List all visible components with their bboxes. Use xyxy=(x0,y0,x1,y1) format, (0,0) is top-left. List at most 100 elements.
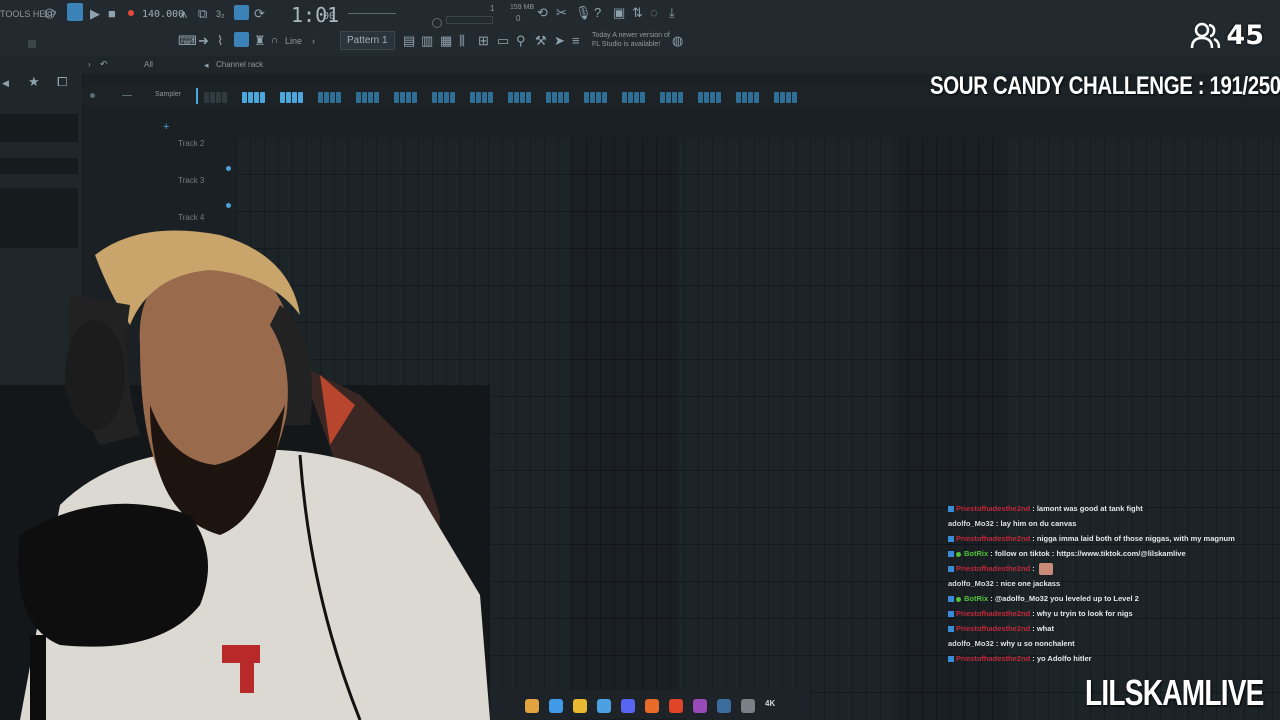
obs-icon[interactable] xyxy=(693,698,707,713)
step-button[interactable] xyxy=(552,92,557,103)
stop-icon[interactable]: ■ xyxy=(108,7,116,21)
step-button[interactable] xyxy=(248,92,253,103)
chat-username[interactable]: BotRix xyxy=(964,594,988,603)
play-icon[interactable]: ▶ xyxy=(90,7,100,21)
fl-studio-icon[interactable] xyxy=(645,698,659,713)
channel-name-button[interactable]: Sampler xyxy=(155,91,181,98)
step-button[interactable] xyxy=(362,92,367,103)
pattern-selector[interactable]: Pattern 1 xyxy=(340,31,395,50)
browser-item[interactable] xyxy=(0,114,78,142)
track-label[interactable]: Track 3 xyxy=(178,176,204,185)
draw-mode-icon[interactable] xyxy=(234,32,249,47)
wait-icon[interactable]: ⧉ xyxy=(198,7,207,21)
step-button[interactable] xyxy=(786,92,791,103)
step-button[interactable] xyxy=(286,92,291,103)
send-icon[interactable]: ➤ xyxy=(554,34,565,48)
step-button[interactable] xyxy=(450,92,455,103)
save-icon[interactable]: ▣ xyxy=(613,6,625,20)
step-button[interactable] xyxy=(584,92,589,103)
step-button[interactable] xyxy=(280,92,285,103)
step-button[interactable] xyxy=(412,92,417,103)
game-icon[interactable] xyxy=(525,698,539,713)
folder-icon[interactable] xyxy=(573,698,587,713)
countdown-icon[interactable]: 3₂ xyxy=(216,7,225,21)
chat-username[interactable]: Priestofhadesthe2nd xyxy=(956,624,1030,633)
step-button[interactable] xyxy=(292,92,297,103)
step-button[interactable] xyxy=(204,92,209,103)
master-volume-slider[interactable] xyxy=(348,13,396,14)
step-edit-icon[interactable] xyxy=(234,5,249,20)
update-notice[interactable]: Today A newer version of FL Studio is av… xyxy=(592,31,670,49)
channel-rack-icon[interactable]: ▦ xyxy=(440,34,452,48)
chat-username[interactable]: Priestofhadesthe2nd xyxy=(956,504,1030,513)
step-button[interactable] xyxy=(672,92,677,103)
step-button[interactable] xyxy=(216,92,221,103)
step-button[interactable] xyxy=(754,92,759,103)
record-mode-icon[interactable]: ◎ xyxy=(44,6,55,20)
link-icon[interactable]: ⌇ xyxy=(217,34,223,48)
step-button[interactable] xyxy=(356,92,361,103)
step-button[interactable] xyxy=(394,92,399,103)
cut-icon[interactable]: ✂ xyxy=(556,6,567,20)
chat-username[interactable]: adolfo_Mo32 xyxy=(948,579,994,588)
step-button[interactable] xyxy=(602,92,607,103)
copilot-icon[interactable] xyxy=(549,698,563,713)
step-button[interactable] xyxy=(622,92,627,103)
step-button[interactable] xyxy=(564,92,569,103)
step-button[interactable] xyxy=(748,92,753,103)
rack-arrow-icon[interactable]: › xyxy=(88,58,91,72)
step-button[interactable] xyxy=(666,92,671,103)
chat-username[interactable]: Priestofhadesthe2nd xyxy=(956,564,1030,573)
step-button[interactable] xyxy=(774,92,779,103)
step-button[interactable] xyxy=(400,92,405,103)
help-icon[interactable]: ? xyxy=(594,6,601,20)
step-button[interactable] xyxy=(558,92,563,103)
step-button[interactable] xyxy=(526,92,531,103)
step-button[interactable] xyxy=(368,92,373,103)
track-mute-icon[interactable] xyxy=(226,166,231,171)
track-label[interactable]: Track 2 xyxy=(178,139,204,148)
undo-history-icon[interactable]: ⟲ xyxy=(537,6,548,20)
step-button[interactable] xyxy=(546,92,551,103)
step-button[interactable] xyxy=(590,92,595,103)
step-button[interactable] xyxy=(634,92,639,103)
step-button[interactable] xyxy=(330,92,335,103)
step-button[interactable] xyxy=(780,92,785,103)
step-button[interactable] xyxy=(476,92,481,103)
step-button[interactable] xyxy=(520,92,525,103)
tools-icon[interactable]: ⚒ xyxy=(535,34,547,48)
download-icon[interactable]: ⤓ xyxy=(669,6,675,20)
list-icon[interactable]: ≡ xyxy=(572,34,580,48)
store-icon[interactable] xyxy=(597,698,611,713)
step-button[interactable] xyxy=(260,92,265,103)
step-button[interactable] xyxy=(792,92,797,103)
channel-mute-led[interactable] xyxy=(90,93,95,98)
step-button[interactable] xyxy=(698,92,703,103)
step-button[interactable] xyxy=(704,92,709,103)
pin-icon[interactable]: ⚲ xyxy=(516,34,526,48)
step-button[interactable] xyxy=(444,92,449,103)
arrow-right-icon[interactable]: ➜ xyxy=(198,34,209,48)
favorites-star-icon[interactable]: ★ xyxy=(28,75,40,89)
add-channel-icon[interactable]: + xyxy=(163,121,169,133)
step-button[interactable] xyxy=(640,92,645,103)
playlist-icon[interactable]: ▤ xyxy=(403,34,415,48)
tempo-display[interactable]: 140.000 xyxy=(142,9,184,20)
step-button[interactable] xyxy=(660,92,665,103)
step-button[interactable] xyxy=(628,92,633,103)
step-button[interactable] xyxy=(222,92,227,103)
browser-folder-icon[interactable]: ⧠ xyxy=(57,75,67,89)
track-mute-icon[interactable] xyxy=(226,203,231,208)
globe-icon[interactable]: ◍ xyxy=(672,34,683,48)
keyboard-icon[interactable]: ⌨ xyxy=(178,34,197,48)
mixer-icon[interactable]: ⇅ xyxy=(632,6,643,20)
step-button[interactable] xyxy=(736,92,741,103)
controller-icon[interactable] xyxy=(741,698,755,713)
step-button[interactable] xyxy=(336,92,341,103)
pattern-song-toggle[interactable] xyxy=(67,3,83,21)
chevron-right-icon[interactable]: › xyxy=(312,34,315,48)
step-sequencer[interactable] xyxy=(204,90,812,108)
piano-roll-icon[interactable]: ▥ xyxy=(421,34,433,48)
chat-username[interactable]: adolfo_Mo32 xyxy=(948,519,994,528)
channel-filter[interactable]: All xyxy=(144,60,153,69)
